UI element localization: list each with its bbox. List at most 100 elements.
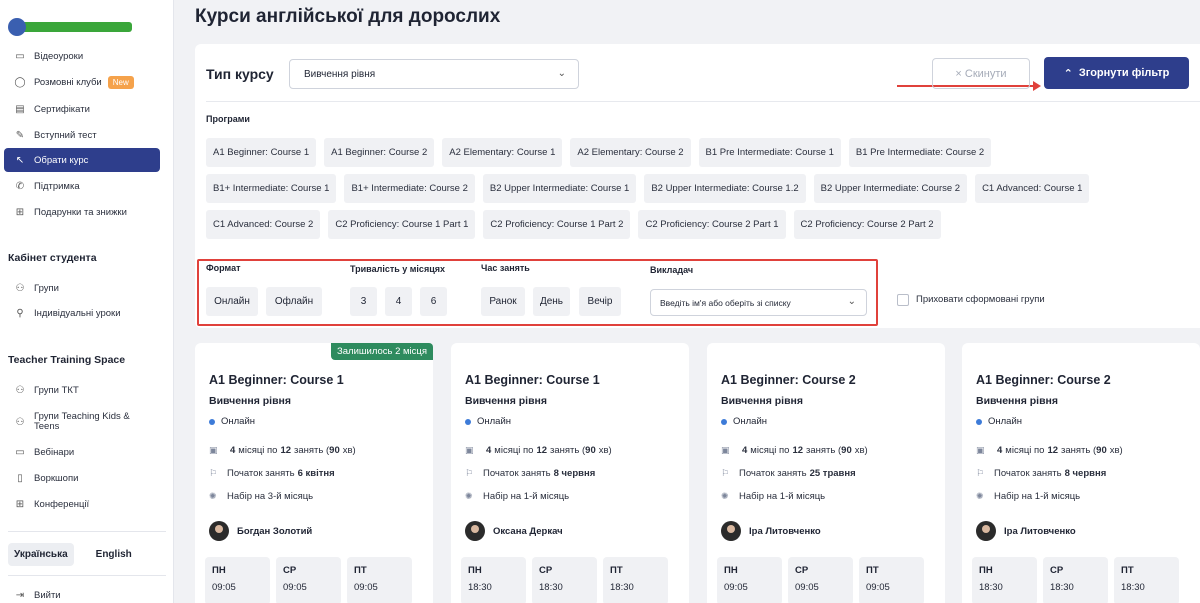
sidebar-item-individual-lessons[interactable]: ⚲ Індивідуальні уроки xyxy=(4,301,160,325)
course-duration: ▣ 4 місяці по 12 занять (90 хв) xyxy=(209,445,356,456)
schedule-day: ПТ 18:30 xyxy=(1114,557,1179,603)
format-offline-chip[interactable]: Офлайн xyxy=(266,287,322,316)
time-day-chip[interactable]: День xyxy=(533,287,570,316)
teacher: Іра Литовченко xyxy=(721,521,821,541)
duration-4-chip[interactable]: 4 xyxy=(385,287,412,316)
schedule-day: СР 18:30 xyxy=(532,557,597,603)
schedule-day: ПН 09:05 xyxy=(205,557,270,603)
flag-icon: ⚐ xyxy=(976,468,985,478)
schedule-day: СР 09:05 xyxy=(276,557,341,603)
schedule-day: ПН 09:05 xyxy=(717,557,782,603)
sidebar-item-conferences[interactable]: ⊞ Конференції xyxy=(4,492,160,516)
program-chip[interactable]: C1 Advanced: Course 1 xyxy=(975,174,1090,203)
course-card[interactable]: Залишилось 2 місця A1 Beginner: Course 1 В… xyxy=(195,343,433,603)
program-chip[interactable]: A1 Beginner: Course 1 xyxy=(206,138,317,167)
calendar-icon: ▣ xyxy=(976,445,985,455)
program-chip[interactable]: C2 Proficiency: Course 1 Part 1 xyxy=(328,210,476,239)
format-label: Формат xyxy=(206,263,241,273)
schedule: ПН 09:05 СР 09:05 ПТ 09:05 xyxy=(717,557,924,603)
teacher-select[interactable]: Введіть ім'я або оберіть зі списку ⌄ xyxy=(650,289,867,316)
program-chip[interactable]: B2 Upper Intermediate: Course 2 xyxy=(813,174,968,203)
program-chip[interactable]: B1+ Intermediate: Course 2 xyxy=(344,174,475,203)
program-chip[interactable]: B1 Pre Intermediate: Course 2 xyxy=(848,138,992,167)
monitor-icon: ▭ xyxy=(15,446,25,458)
time-evening-chip[interactable]: Вечір xyxy=(579,287,621,316)
program-chip[interactable]: C1 Advanced: Course 2 xyxy=(206,210,321,239)
duration-3-chip[interactable]: 3 xyxy=(350,287,377,316)
hide-formed-groups-label: Приховати сформовані групи xyxy=(916,294,1045,305)
sidebar-item-webinars[interactable]: ▭ Вебінари xyxy=(4,440,160,464)
online-dot-icon xyxy=(209,418,215,425)
main-content: Курси англійської для дорослих Тип курсу… xyxy=(175,0,1200,603)
filter-panel: Тип курсу Вивчення рівня ⌄ × Скинути ⌃ З… xyxy=(195,44,1200,328)
programs-row: C1 Advanced: Course 2 C2 Proficiency: Cou… xyxy=(206,210,941,239)
programs-row: B1+ Intermediate: Course 1 B1+ Intermedia… xyxy=(206,174,1090,203)
course-format: Онлайн xyxy=(721,416,767,427)
course-format: Онлайн xyxy=(465,416,511,427)
course-title: A1 Beginner: Course 1 xyxy=(209,373,344,387)
course-enrollment: ✺ Набір на 1-й місяць xyxy=(721,491,826,502)
program-chip[interactable]: A2 Elementary: Course 2 xyxy=(570,138,691,167)
sidebar-item-workshops[interactable]: ▯ Воркшопи xyxy=(4,466,160,490)
format-online-chip[interactable]: Онлайн xyxy=(206,287,258,316)
time-morning-chip[interactable]: Ранок xyxy=(481,287,525,316)
program-chip[interactable]: B1+ Intermediate: Course 1 xyxy=(206,174,337,203)
teacher: Іра Литовченко xyxy=(976,521,1076,541)
chevron-down-icon: ⌄ xyxy=(847,296,856,307)
course-card[interactable]: A1 Beginner: Course 2 Вивчення рівня Онлай… xyxy=(962,343,1200,603)
sidebar-item-gifts[interactable]: ⊞ Подарунки та знижки xyxy=(4,200,160,224)
sidebar-item-groups[interactable]: ⚇ Групи xyxy=(4,276,160,300)
hide-formed-groups-checkbox[interactable] xyxy=(897,294,909,306)
sidebar-item-video-lessons[interactable]: ▭ Відеоуроки xyxy=(4,44,160,68)
avatar xyxy=(465,521,485,541)
flag-icon: ⚐ xyxy=(209,468,218,478)
time-label: Час занять xyxy=(481,263,530,273)
sidebar-item-entry-test[interactable]: ✎ Вступний тест xyxy=(4,123,160,147)
course-type-select[interactable]: Вивчення рівня ⌄ xyxy=(289,59,579,89)
sidebar-item-speaking-clubs[interactable]: ◯ Розмовні клуби New xyxy=(4,70,160,94)
program-chip[interactable]: B2 Upper Intermediate: Course 1 xyxy=(482,174,637,203)
lang-ukrainian[interactable]: Українська xyxy=(8,543,74,566)
sidebar-item-certificates[interactable]: ▤ Сертифікати xyxy=(4,97,160,121)
sidebar-item-choose-course[interactable]: ↖ Обрати курс xyxy=(4,148,160,172)
schedule: ПН 09:05 СР 09:05 ПТ 09:05 xyxy=(205,557,412,603)
schedule-day: СР 09:05 xyxy=(788,557,853,603)
course-card[interactable]: A1 Beginner: Course 1 Вивчення рівня Онлай… xyxy=(451,343,689,603)
logo[interactable] xyxy=(8,18,132,36)
teacher-label: Викладач xyxy=(650,265,694,275)
sidebar: ▭ Відеоуроки ◯ Розмовні клуби New ▤ Сертифік… xyxy=(0,0,174,603)
schedule: ПН 18:30 СР 18:30 ПТ 18:30 xyxy=(972,557,1179,603)
course-card[interactable]: A1 Beginner: Course 2 Вивчення рівня Онлай… xyxy=(707,343,945,603)
program-chip[interactable]: B1 Pre Intermediate: Course 1 xyxy=(698,138,841,167)
reset-button[interactable]: × Скинути xyxy=(932,58,1030,89)
programs-label: Програми xyxy=(206,114,250,124)
program-chip[interactable]: A1 Beginner: Course 2 xyxy=(324,138,435,167)
avatar xyxy=(209,521,229,541)
program-chip[interactable]: A2 Elementary: Course 1 xyxy=(442,138,563,167)
duration-6-chip[interactable]: 6 xyxy=(420,287,447,316)
course-title: A1 Beginner: Course 2 xyxy=(721,373,856,387)
sidebar-item-support[interactable]: ✆ Підтримка xyxy=(4,174,160,198)
program-chip[interactable]: C2 Proficiency: Course 2 Part 2 xyxy=(793,210,941,239)
course-title: A1 Beginner: Course 1 xyxy=(465,373,600,387)
schedule-day: ПТ 18:30 xyxy=(603,557,668,603)
course-duration: ▣ 4 місяці по 12 занять (90 хв) xyxy=(465,445,612,456)
logout-button[interactable]: ⇥ Вийти xyxy=(4,583,160,603)
sidebar-item-kids-teens-groups[interactable]: ⚇ Групи Teaching Kids & Teens xyxy=(4,407,160,437)
course-enrollment: ✺ Набір на 3-й місяць xyxy=(209,491,314,502)
course-subtitle: Вивчення рівня xyxy=(976,395,1059,407)
spinner-icon: ✺ xyxy=(721,491,729,501)
cursor-icon: ↖ xyxy=(15,154,25,166)
lang-english[interactable]: English xyxy=(90,543,138,566)
online-dot-icon xyxy=(976,418,982,425)
avatar xyxy=(721,521,741,541)
calendar-icon: ▣ xyxy=(465,445,474,455)
course-subtitle: Вивчення рівня xyxy=(209,395,292,407)
program-chip[interactable]: B2 Upper Intermediate: Course 1.2 xyxy=(644,174,806,203)
sidebar-item-tkt-groups[interactable]: ⚇ Групи ТКТ xyxy=(4,378,160,402)
program-chip[interactable]: C2 Proficiency: Course 2 Part 1 xyxy=(638,210,786,239)
course-duration: ▣ 4 місяці по 12 занять (90 хв) xyxy=(976,445,1123,456)
cabinet-heading: Кабінет студента xyxy=(8,252,97,264)
program-chip[interactable]: C2 Proficiency: Course 1 Part 2 xyxy=(483,210,631,239)
collapse-filter-button[interactable]: ⌃ Згорнути фільтр xyxy=(1044,57,1189,89)
